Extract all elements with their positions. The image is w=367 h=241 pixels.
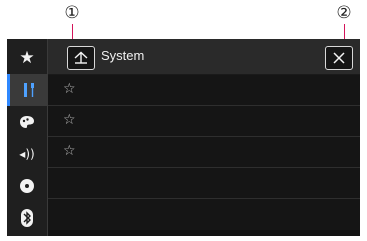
list-item[interactable] xyxy=(48,199,360,230)
bluetooth-icon xyxy=(21,209,33,227)
close-button[interactable] xyxy=(325,46,353,70)
favorite-star-icon[interactable]: ☆ xyxy=(63,112,76,128)
sidebar-item-theme[interactable] xyxy=(7,106,47,138)
sidebar-item-bluetooth[interactable] xyxy=(7,202,47,234)
favorite-star-icon[interactable]: ☆ xyxy=(63,143,76,159)
close-icon xyxy=(333,52,345,64)
favorite-star-icon[interactable]: ☆ xyxy=(63,81,76,97)
speaker-icon: ◂)) xyxy=(19,147,35,161)
sidebar-item-settings[interactable] xyxy=(7,74,47,106)
callout-2: ② xyxy=(336,3,352,23)
sidebar-item-audio[interactable]: ◂)) xyxy=(7,138,47,170)
list-item[interactable]: ☆ xyxy=(48,106,360,137)
star-icon: ★ xyxy=(19,48,35,68)
sidebar-item-favorites[interactable]: ★ xyxy=(7,42,47,74)
callout-1: ① xyxy=(64,3,80,23)
up-arrow-icon xyxy=(74,51,88,64)
list-item[interactable]: ☆ xyxy=(48,137,360,168)
head-unit-screen: ★ ◂)) System ☆ ☆ ☆ xyxy=(7,39,360,236)
disc-icon xyxy=(20,179,34,193)
tools-icon xyxy=(23,83,34,97)
list-item[interactable]: ☆ xyxy=(48,75,360,106)
settings-list: ☆ ☆ ☆ xyxy=(48,75,360,236)
sidebar-item-video[interactable] xyxy=(7,170,47,202)
palette-icon xyxy=(20,116,34,128)
list-item[interactable] xyxy=(48,168,360,199)
page-title: System xyxy=(101,48,145,63)
header-bar: System xyxy=(48,39,360,75)
sidebar: ★ ◂)) xyxy=(7,39,48,236)
back-button[interactable] xyxy=(67,46,95,70)
